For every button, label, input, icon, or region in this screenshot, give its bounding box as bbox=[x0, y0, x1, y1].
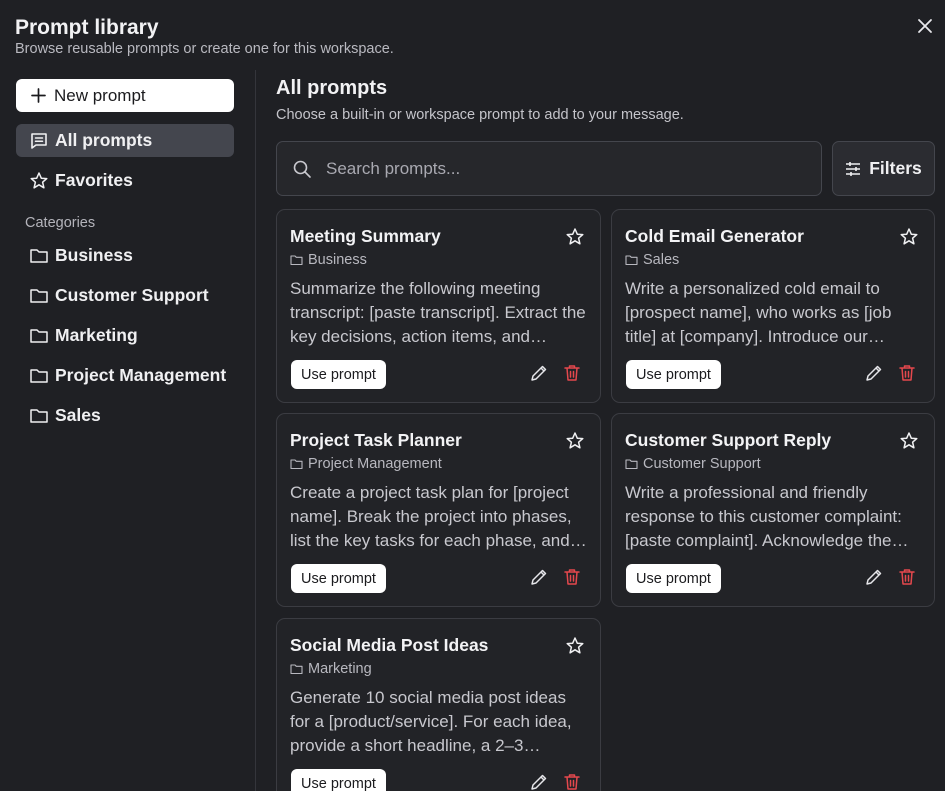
prompt-card: Project Task Planner Project Management … bbox=[276, 413, 601, 607]
sliders-icon bbox=[845, 161, 861, 177]
sidebar-item-label: Marketing bbox=[55, 325, 138, 345]
close-icon bbox=[917, 18, 933, 34]
message-list-icon bbox=[29, 131, 49, 151]
delete-trash-icon[interactable] bbox=[897, 363, 919, 385]
card-category: Business bbox=[290, 252, 367, 268]
prompt-card: Meeting Summary Business Summarize the f… bbox=[276, 209, 601, 403]
card-category: Marketing bbox=[290, 661, 372, 677]
search-icon bbox=[292, 159, 312, 179]
card-category: Customer Support bbox=[625, 456, 761, 472]
edit-pencil-icon[interactable] bbox=[864, 567, 886, 589]
card-category-label: Marketing bbox=[308, 661, 372, 677]
sidebar-item-label: Business bbox=[55, 245, 133, 265]
use-prompt-button[interactable]: Use prompt bbox=[291, 564, 386, 593]
card-description: Summarize the following meeting transcri… bbox=[290, 279, 586, 346]
folder-icon bbox=[290, 458, 303, 470]
search-box bbox=[276, 141, 822, 196]
card-description: Create a project task plan for [project … bbox=[290, 483, 572, 550]
favorite-star-icon[interactable] bbox=[899, 227, 921, 249]
page-title: All prompts bbox=[276, 77, 388, 99]
card-category-label: Business bbox=[308, 252, 367, 268]
favorite-star-icon[interactable] bbox=[899, 431, 921, 453]
folder-icon bbox=[625, 458, 638, 470]
prompt-card: Cold Email Generator Sales Write a perso… bbox=[611, 209, 935, 403]
card-category-label: Customer Support bbox=[643, 456, 761, 472]
sidebar-item-label: All prompts bbox=[55, 130, 153, 150]
use-prompt-button[interactable]: Use prompt bbox=[291, 769, 386, 791]
card-title: Social Media Post Ideas bbox=[290, 635, 489, 655]
card-description: Generate 10 social media post ideas for … bbox=[290, 688, 572, 755]
star-icon bbox=[29, 171, 49, 191]
filters-button[interactable]: Filters bbox=[832, 141, 935, 196]
edit-pencil-icon[interactable] bbox=[529, 567, 551, 589]
folder-icon bbox=[290, 663, 303, 675]
new-prompt-label: New prompt bbox=[54, 85, 146, 105]
card-description: Write a personalized cold email to [pros… bbox=[625, 279, 892, 346]
card-category-label: Sales bbox=[643, 252, 680, 268]
sidebar: New prompt All prompts Favorites Categor… bbox=[0, 70, 256, 791]
use-prompt-button[interactable]: Use prompt bbox=[626, 360, 721, 389]
edit-pencil-icon[interactable] bbox=[529, 363, 551, 385]
card-title: Customer Support Reply bbox=[625, 430, 832, 450]
prompt-card: Social Media Post Ideas Marketing Genera… bbox=[276, 618, 601, 791]
delete-trash-icon[interactable] bbox=[562, 567, 584, 589]
edit-pencil-icon[interactable] bbox=[529, 772, 551, 791]
sidebar-item-business[interactable]: Business bbox=[16, 239, 234, 272]
sidebar-item-marketing[interactable]: Marketing bbox=[16, 319, 234, 352]
folder-icon bbox=[29, 407, 49, 425]
folder-icon bbox=[29, 327, 49, 345]
dialog-subtitle: Browse reusable prompts or create one fo… bbox=[15, 41, 394, 57]
card-description: Write a professional and friendly respon… bbox=[625, 483, 902, 550]
folder-icon bbox=[29, 287, 49, 305]
delete-trash-icon[interactable] bbox=[562, 772, 584, 791]
sidebar-item-sales[interactable]: Sales bbox=[16, 399, 234, 432]
edit-pencil-icon[interactable] bbox=[864, 363, 886, 385]
sidebar-item-label: Favorites bbox=[55, 170, 133, 190]
folder-icon bbox=[29, 247, 49, 265]
folder-icon bbox=[290, 254, 303, 266]
prompt-card: Customer Support Reply Customer Support … bbox=[611, 413, 935, 607]
sidebar-item-all-prompts[interactable]: All prompts bbox=[16, 124, 234, 157]
sidebar-item-customer-support[interactable]: Customer Support bbox=[16, 279, 234, 312]
page-subtitle: Choose a built-in or workspace prompt to… bbox=[276, 107, 684, 123]
use-prompt-button[interactable]: Use prompt bbox=[626, 564, 721, 593]
new-prompt-button[interactable]: New prompt bbox=[16, 79, 234, 112]
categories-heading: Categories bbox=[25, 215, 96, 231]
prompt-library-dialog: Prompt library Browse reusable prompts o… bbox=[0, 0, 945, 791]
card-title: Project Task Planner bbox=[290, 430, 462, 450]
delete-trash-icon[interactable] bbox=[897, 567, 919, 589]
search-input[interactable] bbox=[326, 158, 786, 179]
folder-icon bbox=[29, 367, 49, 385]
close-button[interactable] bbox=[912, 13, 938, 39]
card-category-label: Project Management bbox=[308, 456, 442, 472]
card-title: Meeting Summary bbox=[290, 226, 441, 246]
sidebar-item-label: Sales bbox=[55, 405, 101, 425]
card-title: Cold Email Generator bbox=[625, 226, 804, 246]
delete-trash-icon[interactable] bbox=[562, 363, 584, 385]
dialog-title: Prompt library bbox=[15, 16, 159, 39]
sidebar-item-project-management[interactable]: Project Management bbox=[16, 359, 234, 392]
sidebar-item-label: Project Management bbox=[55, 365, 227, 385]
sidebar-item-favorites[interactable]: Favorites bbox=[16, 164, 234, 197]
favorite-star-icon[interactable] bbox=[565, 636, 587, 658]
folder-icon bbox=[625, 254, 638, 266]
card-category: Project Management bbox=[290, 456, 442, 472]
favorite-star-icon[interactable] bbox=[565, 227, 587, 249]
sidebar-item-label: Customer Support bbox=[55, 285, 209, 305]
use-prompt-button[interactable]: Use prompt bbox=[291, 360, 386, 389]
favorite-star-icon[interactable] bbox=[565, 431, 587, 453]
card-category: Sales bbox=[625, 252, 679, 268]
plus-icon bbox=[31, 88, 46, 103]
filters-label: Filters bbox=[869, 158, 922, 178]
